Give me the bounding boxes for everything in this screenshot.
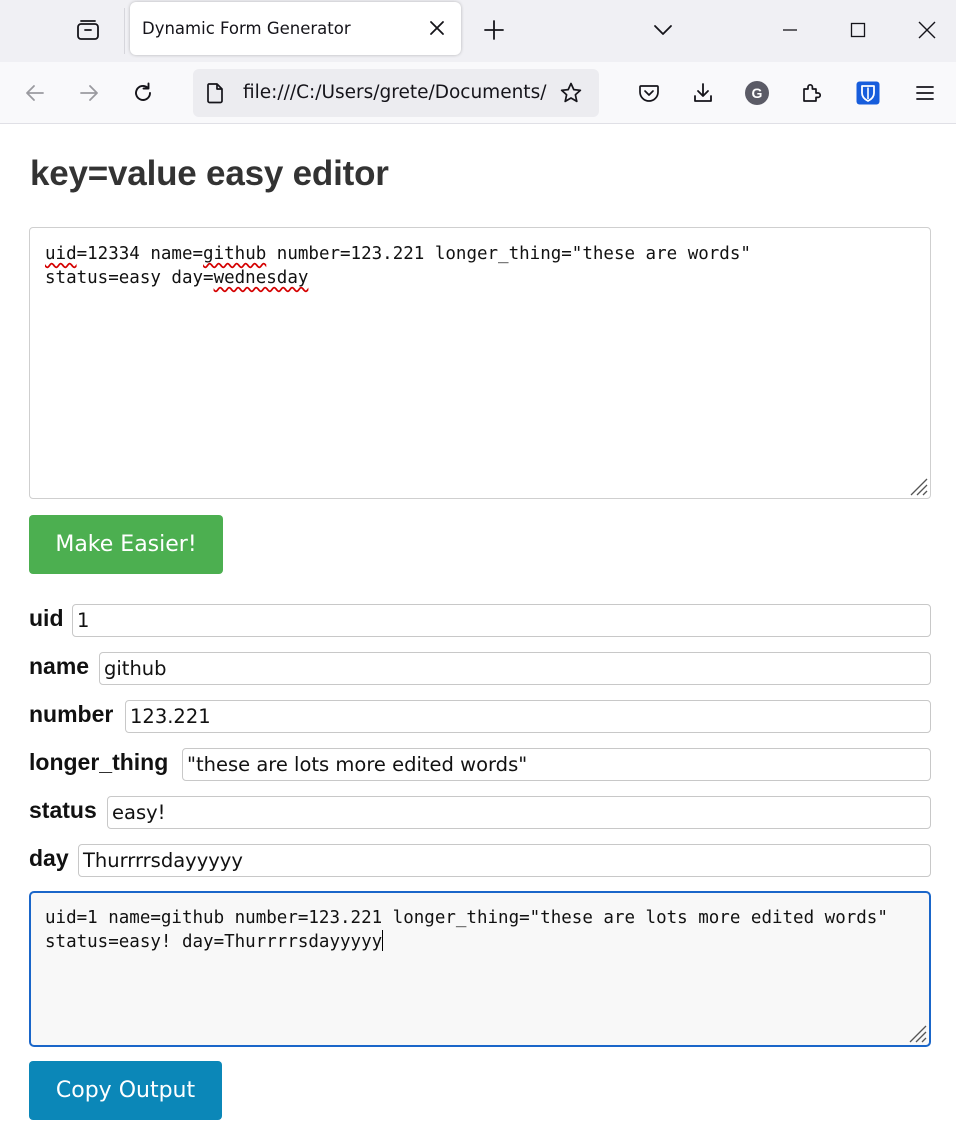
forward-arrow-icon[interactable]: [71, 75, 107, 111]
close-icon[interactable]: [425, 16, 449, 40]
input-text-segment: number=123.221 longer_thing="these are w…: [266, 244, 751, 264]
close-window-icon[interactable]: [909, 12, 945, 48]
tab-title: Dynamic Form Generator: [142, 19, 351, 38]
back-arrow-icon[interactable]: [17, 75, 53, 111]
page-icon: [203, 81, 227, 105]
reload-icon[interactable]: [125, 75, 161, 111]
field-row-name: name github: [29, 652, 931, 685]
menu-icon[interactable]: [907, 75, 943, 111]
extensions-icon[interactable]: [794, 75, 830, 111]
chevron-down-icon[interactable]: [645, 12, 681, 48]
pocket-icon[interactable]: [631, 75, 667, 111]
tab-separator: [124, 8, 125, 54]
resize-grip-icon[interactable]: [905, 1021, 927, 1043]
account-icon[interactable]: G: [739, 75, 775, 111]
field-input-longer-thing[interactable]: "these are lots more edited words": [182, 748, 931, 781]
field-row-number: number 123.221: [29, 700, 931, 733]
page-content: key=value easy editor uid=12334 name=git…: [0, 124, 956, 1139]
field-label-day: day: [29, 845, 69, 871]
plus-icon[interactable]: [478, 14, 510, 46]
spellcheck-word: github: [203, 244, 267, 264]
minimize-icon[interactable]: [772, 12, 808, 48]
input-text-segment: status=easy day=: [45, 268, 214, 288]
field-label-name: name: [29, 653, 90, 679]
field-label-longer-thing: longer_thing: [29, 749, 169, 775]
url-bar[interactable]: file:///C:/Users/grete/Documents/: [193, 69, 599, 117]
field-input-status[interactable]: easy!: [107, 796, 931, 829]
make-easier-button[interactable]: Make Easier!: [29, 515, 223, 574]
active-tab[interactable]: Dynamic Form Generator: [130, 2, 461, 55]
star-icon[interactable]: [559, 81, 583, 105]
maximize-icon[interactable]: [840, 12, 876, 48]
spellcheck-word: uid: [45, 244, 77, 264]
field-label-number: number: [29, 701, 114, 727]
field-input-name[interactable]: github: [99, 652, 931, 685]
field-label-status: status: [29, 797, 97, 823]
field-row-day: day Thurrrrsdayyyyy: [29, 844, 931, 877]
bitwarden-icon[interactable]: [850, 75, 886, 111]
input-textarea[interactable]: uid=12334 name=github number=123.221 lon…: [29, 227, 931, 499]
field-row-longer-thing: longer_thing "these are lots more edited…: [29, 748, 931, 781]
account-initial: G: [752, 85, 763, 101]
field-input-day[interactable]: Thurrrrsdayyyyy: [78, 844, 931, 877]
field-row-uid: uid 1: [29, 604, 931, 637]
spellcheck-word: wednesday: [213, 268, 309, 288]
field-row-status: status easy!: [29, 796, 931, 829]
tab-bar: Dynamic Form Generator: [0, 0, 956, 62]
download-icon[interactable]: [685, 75, 721, 111]
page-title: key=value easy editor: [30, 154, 389, 193]
url-text[interactable]: file:///C:/Users/grete/Documents/: [243, 82, 553, 103]
copy-output-button[interactable]: Copy Output: [29, 1061, 222, 1120]
field-input-number[interactable]: 123.221: [125, 700, 931, 733]
input-text-segment: =12334 name=: [76, 244, 204, 264]
field-input-uid[interactable]: 1: [72, 604, 931, 637]
resize-grip-icon[interactable]: [906, 474, 928, 496]
tab-list-icon[interactable]: [68, 12, 108, 48]
output-text: uid=1 name=github number=123.221 longer_…: [45, 908, 899, 952]
text-caret: [382, 930, 384, 951]
output-textarea[interactable]: uid=1 name=github number=123.221 longer_…: [29, 891, 931, 1047]
field-label-uid: uid: [29, 605, 64, 631]
navigation-bar: file:///C:/Users/grete/Documents/ G: [0, 62, 956, 124]
